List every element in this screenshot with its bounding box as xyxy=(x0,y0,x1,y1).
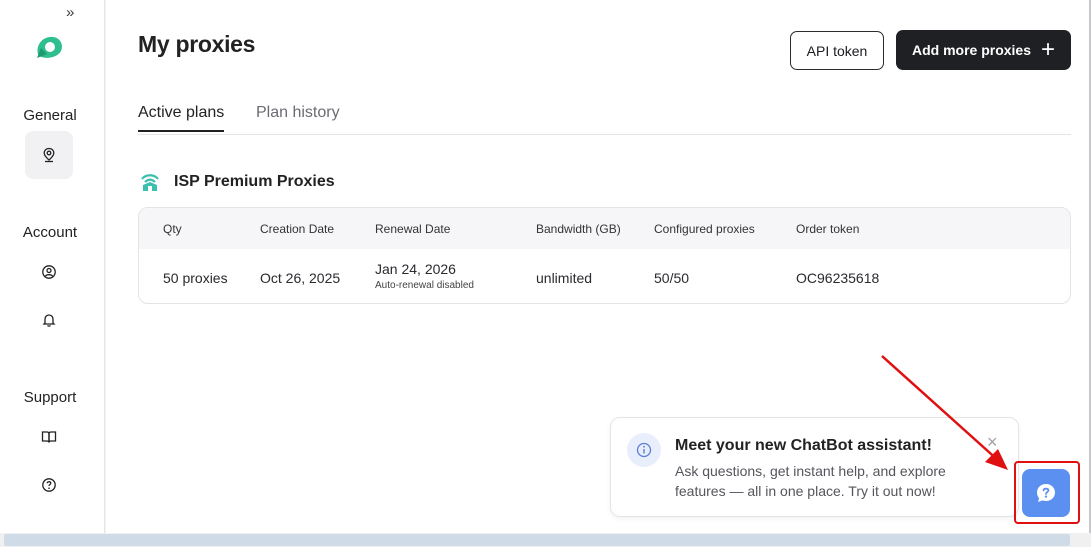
cell-qty: 50 proxies xyxy=(163,270,228,286)
column-header-creation-date: Creation Date xyxy=(260,222,335,236)
sidebar-item-proxies[interactable] xyxy=(25,131,73,179)
chatbot-announcement: Meet your new ChatBot assistant! Ask que… xyxy=(610,417,1019,517)
page-title: My proxies xyxy=(138,31,256,57)
sidebar-item-docs[interactable] xyxy=(25,413,73,461)
sidebar-section-support: Support xyxy=(23,389,77,406)
horizontal-scrollbar-thumb[interactable] xyxy=(4,534,1070,546)
bell-icon xyxy=(42,314,56,327)
api-token-button[interactable]: API token xyxy=(790,31,884,70)
plan-tabs: Active plans Plan history xyxy=(138,104,1071,135)
cell-configured-proxies: 50/50 xyxy=(654,270,690,286)
cell-bandwidth: unlimited xyxy=(536,270,593,286)
column-header-order-token: Order token xyxy=(796,222,860,236)
isp-signal-icon xyxy=(141,174,159,191)
tab-plan-history[interactable]: Plan history xyxy=(256,104,340,130)
sidebar-expand-button[interactable]: » xyxy=(66,4,74,21)
chatbot-description: Ask questions, get instant help, and exp… xyxy=(675,463,946,499)
brand-logo[interactable] xyxy=(33,34,65,67)
book-icon xyxy=(41,431,57,443)
chatbot-title: Meet your new ChatBot assistant! xyxy=(675,437,932,454)
close-icon[interactable]: × xyxy=(987,432,998,453)
chatbot-button[interactable] xyxy=(1022,469,1070,517)
cell-renewal-note: Auto-renewal disabled xyxy=(375,280,474,291)
sidebar-item-notifications[interactable] xyxy=(25,296,73,344)
column-header-bandwidth: Bandwidth (GB) xyxy=(536,222,621,236)
info-icon xyxy=(627,433,661,467)
cell-order-token[interactable]: OC96235618 xyxy=(796,270,879,286)
cell-renewal-date: Jan 24, 2026 xyxy=(375,261,456,277)
location-pin-icon xyxy=(43,147,55,163)
sidebar-section-general: General xyxy=(23,107,77,124)
plans-table: Qty Creation Date Renewal Date Bandwidth… xyxy=(138,207,1071,304)
column-header-renewal-date: Renewal Date xyxy=(375,222,451,236)
sidebar-item-profile[interactable] xyxy=(25,248,73,296)
user-circle-icon xyxy=(42,265,56,279)
tab-active-plans[interactable]: Active plans xyxy=(138,104,225,132)
help-circle-icon xyxy=(42,478,56,492)
sidebar-section-account: Account xyxy=(22,224,78,241)
chat-help-icon xyxy=(1037,484,1055,502)
sidebar: » General Account Support xyxy=(0,0,105,547)
plan-header: ISP Premium Proxies xyxy=(140,172,335,192)
add-more-proxies-label: Add more proxies xyxy=(911,42,1031,58)
add-more-proxies-button[interactable]: Add more proxies + xyxy=(896,30,1071,70)
sidebar-item-help[interactable] xyxy=(25,461,73,509)
plan-title: ISP Premium Proxies xyxy=(174,173,335,190)
cell-creation-date: Oct 26, 2025 xyxy=(260,270,341,286)
horizontal-scrollbar[interactable] xyxy=(0,533,1091,547)
column-header-qty: Qty xyxy=(163,222,182,236)
plus-icon: + xyxy=(1041,36,1056,63)
column-header-configured-proxies: Configured proxies xyxy=(654,222,755,236)
table-header: Qty Creation Date Renewal Date Bandwidth… xyxy=(139,208,1070,249)
